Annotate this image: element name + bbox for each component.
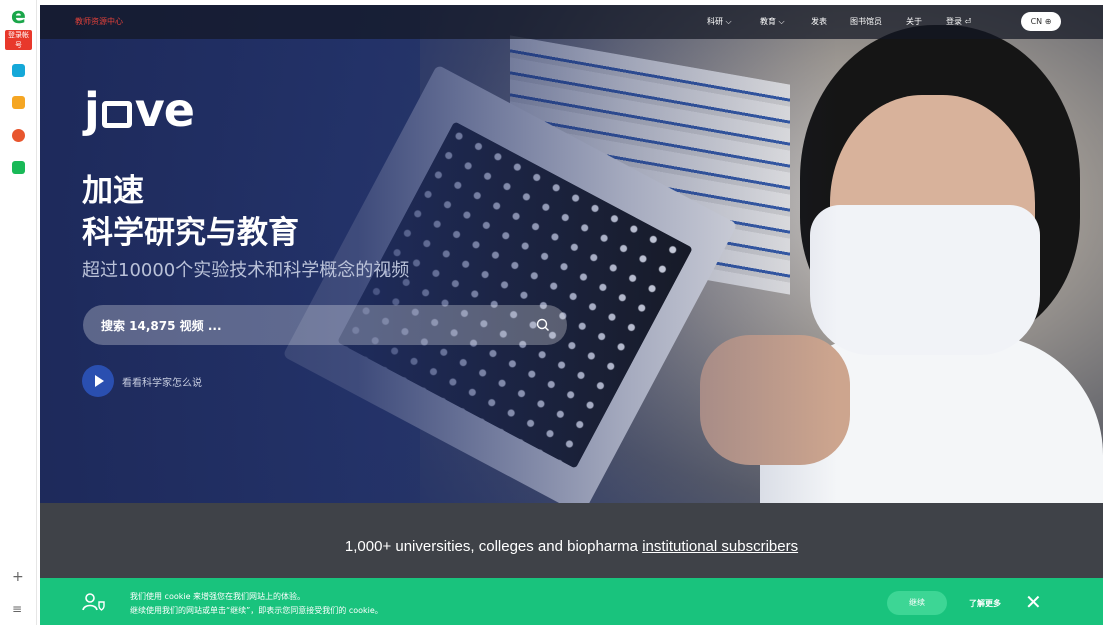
jove-logo-ve: ve [134,83,195,137]
jove-logo[interactable]: j ve [84,83,195,137]
add-app-icon[interactable]: + [12,570,24,584]
subscribers-text-main: 1,000+ universities, colleges and biopha… [344,538,643,555]
nav-librarian[interactable]: 图书馆员 [850,16,882,27]
jove-logo-box-icon [101,101,132,128]
jove-logo-j: j [84,83,100,137]
play-icon [95,375,104,387]
browser-logo-letter: e [11,4,26,29]
nav-education[interactable]: 教育 ⌵ [760,16,785,27]
plus-grid-icon[interactable] [12,64,25,77]
nav-about[interactable]: 关于 [906,16,922,27]
jove-homepage: j ve 加速 科学研究与教育 超过10000个实验技术和科学概念的视频 搜索 1… [40,5,1103,625]
hero-headline-line2: 科学研究与教育 [82,215,299,251]
close-icon[interactable]: ✕ [1025,592,1042,612]
menu-icon[interactable]: ≡ [12,602,22,616]
star-icon[interactable] [12,96,25,109]
nav-publish[interactable]: 发表 [811,16,827,27]
hero-overlay [40,5,1103,503]
mail-icon[interactable] [12,161,25,174]
cookie-message-line2: 继续使用我们的网站或单击“继续”，即表示您同意接受我们的 cookie。 [130,606,383,615]
language-switcher[interactable]: CN ⊕ [1021,12,1061,31]
institutional-subscribers-link[interactable]: institutional subscribers [642,538,798,555]
cookie-continue-button[interactable]: 继续 [887,591,947,615]
user-shield-icon [82,593,105,611]
watch-scientists-link[interactable]: 看看科学家怎么说 [122,374,202,389]
top-navigation: 教师资源中心 科研 ⌵ 教育 ⌵ 发表 图书馆员 关于 登录 ⏎ CN ⊕ [40,5,1103,39]
browser-side-rail: e 登录帐号 + ≡ [0,0,37,625]
subscribers-text: 1,000+ universities, colleges and biopha… [40,538,1103,555]
search-input[interactable]: 搜索 14,875 视频 ... [83,305,567,345]
login-account-badge[interactable]: 登录帐号 [5,30,32,50]
cookie-message-line1: 我们使用 cookie 来增强您在我们网站上的体验。 [130,592,306,601]
hero-section: j ve 加速 科学研究与教育 超过10000个实验技术和科学概念的视频 搜索 1… [40,5,1103,503]
hero-headline-line1: 加速 [82,173,144,209]
play-button[interactable] [82,365,114,397]
hero-subhead: 超过10000个实验技术和科学概念的视频 [82,260,410,281]
browser-logo[interactable]: e 登录帐号 [5,4,32,50]
search-placeholder: 搜索 14,875 视频 ... [101,319,222,333]
search-icon[interactable] [535,317,551,333]
nav-research[interactable]: 科研 ⌵ [707,16,732,27]
cookie-banner: 我们使用 cookie 来增强您在我们网站上的体验。 继续使用我们的网站或单击“… [40,578,1103,625]
nav-login[interactable]: 登录 ⏎ [946,16,971,27]
weibo-icon[interactable] [12,129,25,142]
cookie-learn-more-link[interactable]: 了解更多 [969,598,1001,609]
teacher-resource-link[interactable]: 教师资源中心 [75,16,123,27]
